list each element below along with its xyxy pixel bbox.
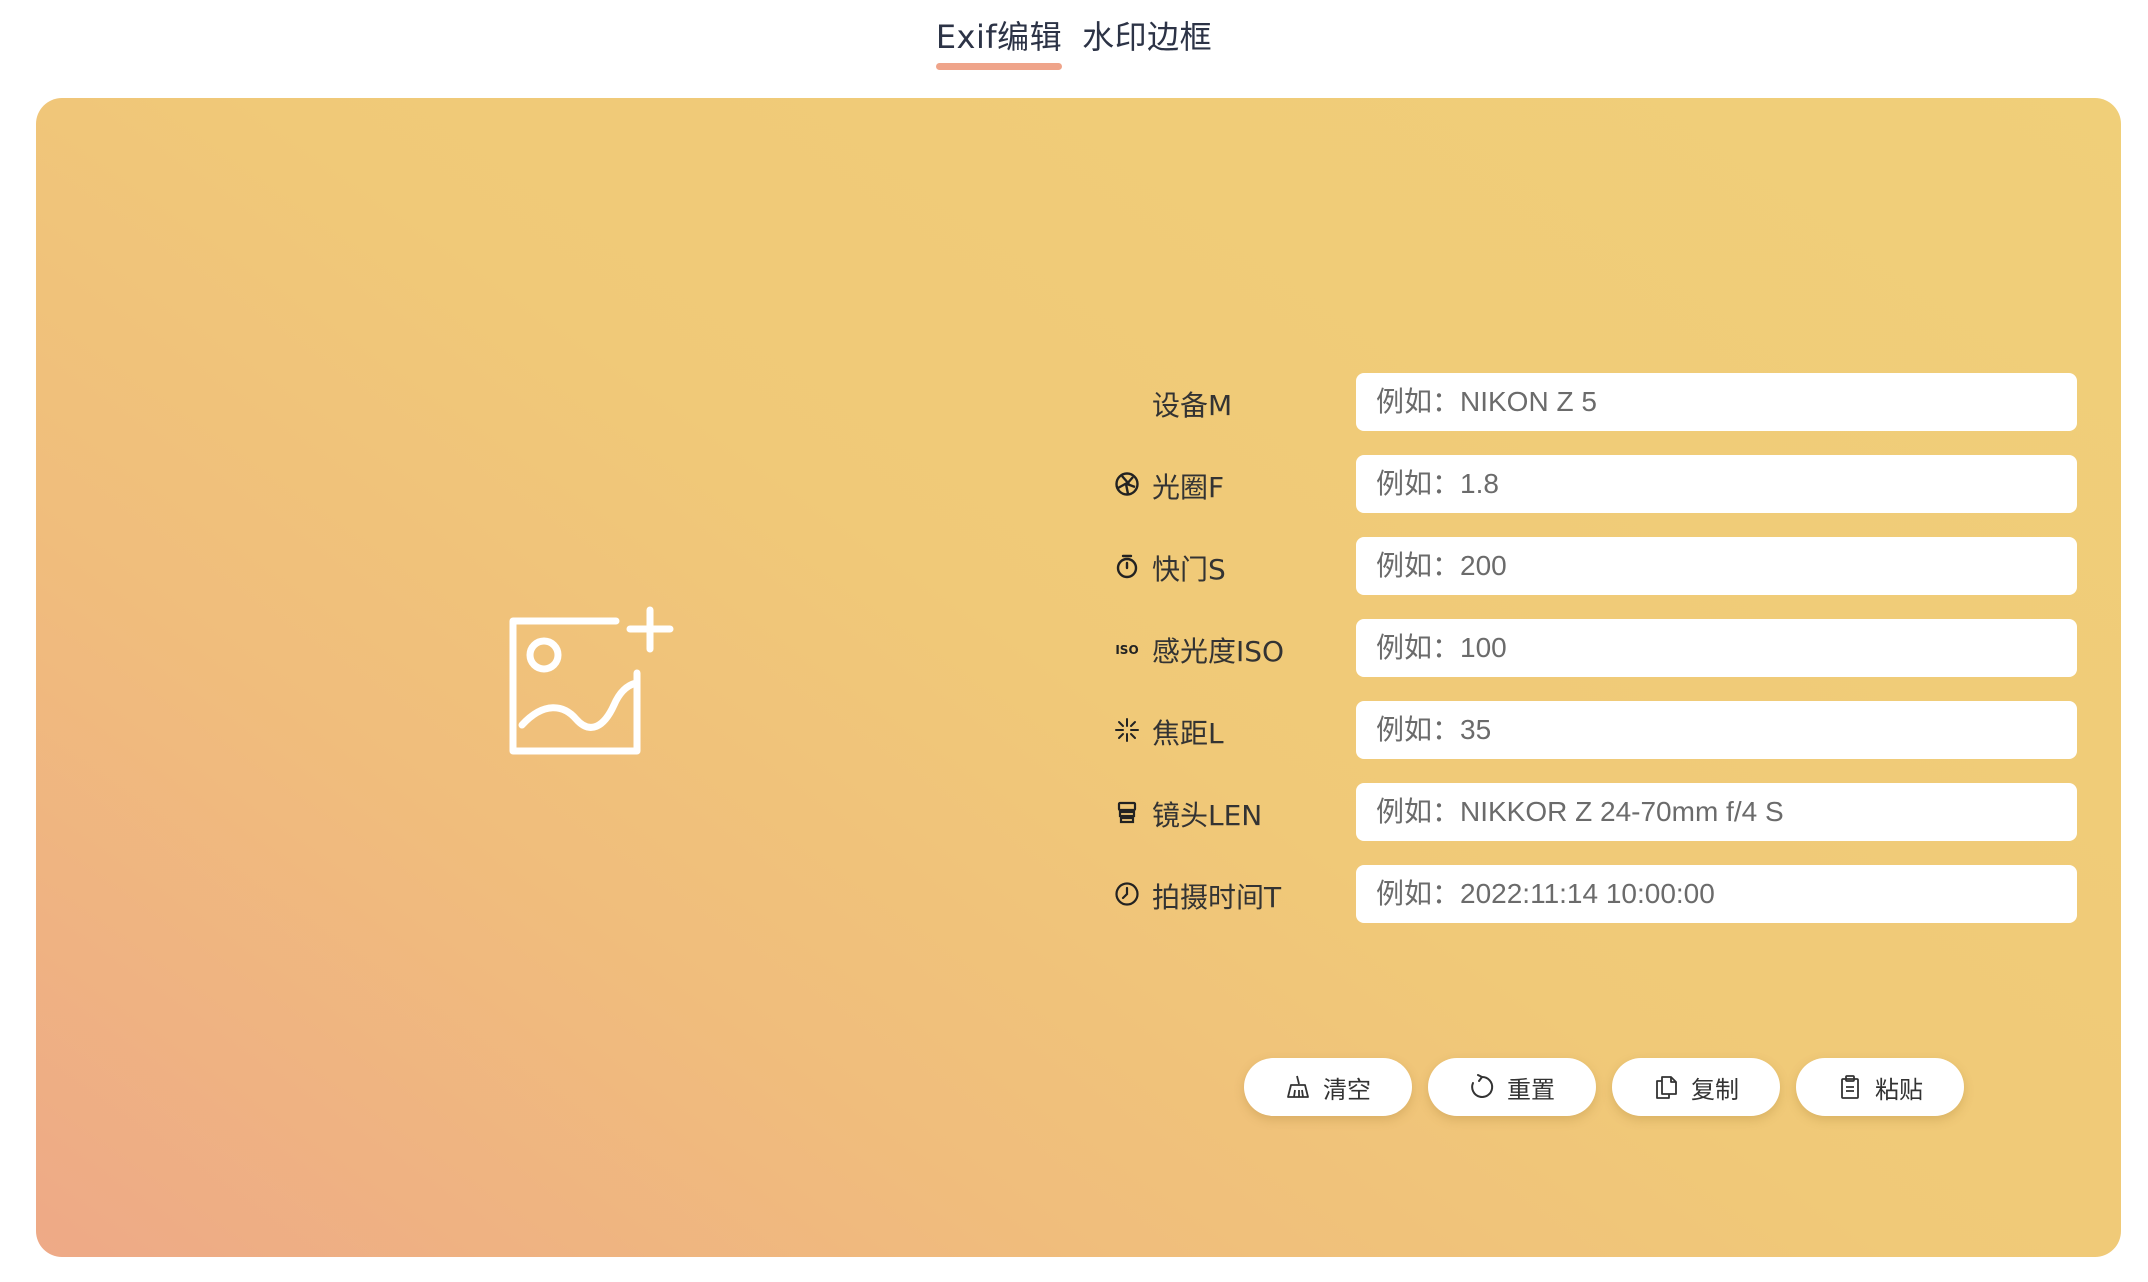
lens-input[interactable] [1356, 783, 2077, 841]
exif-row-device: 设备M [1114, 373, 2084, 431]
paste-label: 粘贴 [1875, 1075, 1923, 1104]
tab-watermark-frame[interactable]: 水印边框 [1072, 0, 1222, 64]
device-label: 设备M [1152, 389, 1233, 422]
lens-label: 镜头LEN [1152, 799, 1263, 832]
iso-icon: ISO [1115, 643, 1138, 657]
clock-icon [1115, 882, 1139, 906]
copy-icon [1656, 1076, 1677, 1099]
exif-row-iso: ISO 感光度ISO [1114, 619, 2084, 677]
exif-row-lens: 镜头LEN [1114, 783, 2084, 841]
iso-label: 感光度ISO [1152, 635, 1285, 668]
add-image-icon [509, 606, 674, 755]
exif-row-datetime: 拍摄时间T [1114, 865, 2084, 923]
editor-panel: 设备M 光圈F 快门S ISO 感光度ISO [36, 98, 2121, 1257]
exif-form: 设备M 光圈F 快门S ISO 感光度ISO [1114, 373, 2084, 947]
shutter-label: 快门S [1152, 553, 1226, 586]
tab-bar: Exif编辑 水印边框 [0, 0, 2148, 96]
focal-length-input[interactable] [1356, 701, 2077, 759]
action-bar: 清空 重置 复制 粘贴 [1244, 1058, 1964, 1116]
paste-button[interactable]: 粘贴 [1796, 1058, 1964, 1116]
clipboard-icon [1841, 1075, 1859, 1099]
lens-icon [1117, 801, 1137, 824]
aperture-input[interactable] [1356, 455, 2077, 513]
focal-length-label: 焦距L [1152, 717, 1224, 750]
aperture-label: 光圈F [1152, 471, 1225, 504]
clear-label: 清空 [1323, 1075, 1371, 1104]
reset-button[interactable]: 重置 [1428, 1058, 1596, 1116]
shutter-input[interactable] [1356, 537, 2077, 595]
copy-label: 复制 [1691, 1075, 1739, 1104]
exif-row-shutter: 快门S [1114, 537, 2084, 595]
iso-input[interactable] [1356, 619, 2077, 677]
exif-row-aperture: 光圈F [1114, 455, 2084, 513]
reset-label: 重置 [1507, 1075, 1555, 1104]
refresh-icon [1471, 1074, 1494, 1098]
aperture-icon [1115, 472, 1139, 496]
svg-text:ISO: ISO [1115, 643, 1138, 657]
exif-row-focal-length: 焦距L [1114, 701, 2084, 759]
clear-button[interactable]: 清空 [1244, 1058, 1412, 1116]
datetime-label: 拍摄时间T [1152, 881, 1282, 914]
focus-icon [1115, 718, 1139, 742]
copy-button[interactable]: 复制 [1612, 1058, 1780, 1116]
tab-exif-edit[interactable]: Exif编辑 [926, 0, 1072, 70]
image-upload-area[interactable] [504, 601, 694, 791]
datetime-input[interactable] [1356, 865, 2077, 923]
device-input[interactable] [1356, 373, 2077, 431]
stopwatch-icon [1116, 554, 1138, 579]
broom-icon [1287, 1075, 1309, 1098]
